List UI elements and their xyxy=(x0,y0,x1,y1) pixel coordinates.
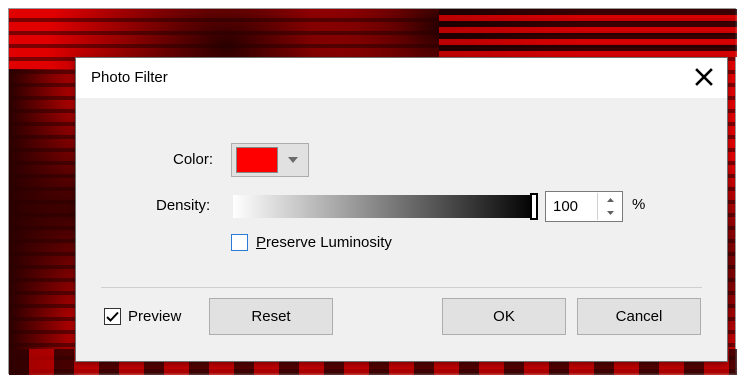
color-label: Color: xyxy=(173,151,214,168)
reset-button[interactable]: Reset xyxy=(209,298,333,335)
photo-stripes xyxy=(439,9,737,57)
density-label: Density: xyxy=(156,197,211,214)
close-icon xyxy=(695,68,713,86)
close-button[interactable] xyxy=(689,62,719,92)
spin-down-button[interactable] xyxy=(598,206,622,219)
spin-down-icon xyxy=(606,210,614,215)
dialog-titlebar: Photo Filter xyxy=(76,58,727,98)
ok-button[interactable]: OK xyxy=(442,298,566,335)
preserve-luminosity-mnemonic: P xyxy=(256,234,267,251)
preview-label[interactable]: Preview xyxy=(128,308,181,325)
preview-checkbox[interactable] xyxy=(104,308,121,325)
spin-up-icon xyxy=(606,197,614,202)
color-swatch xyxy=(236,147,278,173)
dialog-title: Photo Filter xyxy=(91,69,168,86)
spin-up-button[interactable] xyxy=(598,193,622,206)
chevron-down-icon xyxy=(288,157,298,163)
color-dropdown-arrow[interactable] xyxy=(278,144,308,176)
cancel-button[interactable]: Cancel xyxy=(577,298,701,335)
checkmark-icon xyxy=(106,311,119,322)
photo-filter-dialog: Photo Filter Color: Density: 100 % Prese… xyxy=(75,57,728,362)
density-unit: % xyxy=(632,196,646,213)
dialog-separator xyxy=(101,287,702,288)
density-slider-handle[interactable] xyxy=(530,193,538,220)
density-slider-track[interactable] xyxy=(233,195,536,218)
preserve-luminosity-checkbox[interactable] xyxy=(231,234,248,251)
color-picker-button[interactable] xyxy=(231,143,309,177)
preserve-luminosity-label[interactable]: Preserve Luminosity xyxy=(256,234,392,251)
density-value[interactable]: 100 xyxy=(553,198,578,215)
preserve-luminosity-label-rest: reserve Luminosity xyxy=(266,234,392,251)
photo-shadow-left xyxy=(9,69,79,375)
density-spinner xyxy=(597,193,622,220)
density-number-field[interactable]: 100 xyxy=(545,191,623,222)
